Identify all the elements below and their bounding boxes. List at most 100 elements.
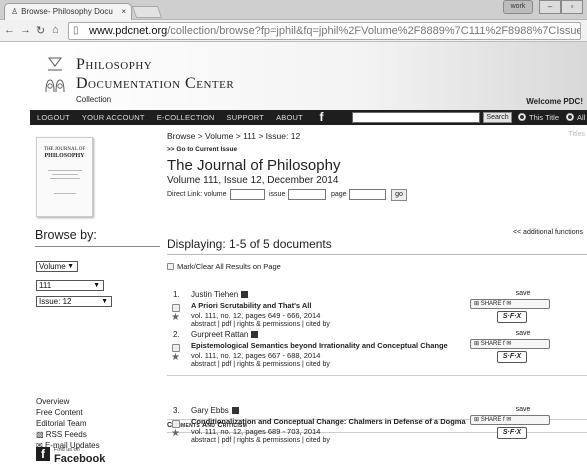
page-label: page xyxy=(331,191,347,198)
issue-input[interactable] xyxy=(288,189,326,200)
list-item: 2. ★ Gurpreet Rattan Epistemological Sem… xyxy=(167,330,587,378)
volume-input[interactable] xyxy=(230,189,265,200)
menu-e-collection[interactable]: E-COLLECTION xyxy=(157,113,215,122)
titles-label: Titles xyxy=(568,131,585,138)
share-label: SHARE xyxy=(480,417,502,423)
item-checkbox[interactable] xyxy=(172,304,180,312)
sidebar-link-overview[interactable]: Overview xyxy=(36,396,100,407)
sidebar-link-rss[interactable]: ▧ RSS Feeds xyxy=(36,429,100,440)
cover-title: THE JOURNAL OF PHILOSOPHY xyxy=(37,147,92,160)
author-info-icon xyxy=(241,291,249,298)
address-bar: ← → ↻ ⌂ ▯ www.pdcnet.org/collection/brows… xyxy=(0,20,587,42)
chevron-down-icon: ▼ xyxy=(93,282,100,289)
divider xyxy=(167,254,587,255)
item-title[interactable]: Epistemological Semantics beyond Irratio… xyxy=(191,341,448,350)
cover-divider xyxy=(49,178,80,179)
volume-select[interactable]: 111 ▼ xyxy=(36,280,104,291)
mark-all-row[interactable]: Mark/Clear All Results on Page xyxy=(167,262,281,271)
page-content: Philosophy Documentation Center Collecti… xyxy=(30,42,587,465)
sfx-button[interactable]: S·F·X xyxy=(497,427,527,439)
mark-all-checkbox[interactable] xyxy=(167,263,174,270)
site-logo-text[interactable]: Philosophy Documentation Center xyxy=(76,55,234,93)
close-tab-icon[interactable]: × xyxy=(121,7,126,16)
star-icon[interactable]: ★ xyxy=(171,429,180,439)
new-tab-button[interactable] xyxy=(131,6,163,18)
item-title[interactable]: Conditionalization and Conceptual Change… xyxy=(191,417,466,426)
sidebar-link-editorial-team[interactable]: Editorial Team xyxy=(36,418,100,429)
social-icons: f ✉ xyxy=(501,341,512,347)
save-label: save xyxy=(515,330,531,337)
page-input[interactable] xyxy=(349,189,386,200)
issue-select[interactable]: Issue: 12 ▼ xyxy=(36,296,112,307)
item-links[interactable]: abstract | pdf | rights & permissions | … xyxy=(191,361,330,368)
share-label: SHARE xyxy=(480,301,502,307)
logo-line-2: Documentation Center xyxy=(76,75,235,92)
journal-cover-image[interactable]: THE JOURNAL OF PHILOSOPHY xyxy=(36,137,93,217)
star-icon[interactable]: ★ xyxy=(171,353,180,363)
menu-support[interactable]: SUPPORT xyxy=(227,113,265,122)
save-label: save xyxy=(515,290,531,297)
goto-current-issue-link[interactable]: >> Go to Current Issue xyxy=(167,146,237,153)
search-button[interactable]: Search xyxy=(483,112,512,123)
share-button[interactable]: ⊞ SHARE f ✉ xyxy=(470,415,550,425)
cover-line-2: PHILOSOPHY xyxy=(44,153,85,159)
menu-logout[interactable]: LOGOUT xyxy=(37,113,70,122)
url-path: /collection/browse?fp=jphil&fq=jphil%2FV… xyxy=(167,25,580,37)
url-input[interactable]: ▯ www.pdcnet.org/collection/browse?fp=jph… xyxy=(68,22,581,40)
welcome-message: Welcome PDC! xyxy=(526,97,583,106)
home-icon[interactable]: ⌂ xyxy=(52,24,59,36)
journal-title: The Journal of Philosophy xyxy=(167,157,341,174)
item-meta: vol. 111, no. 12, pages 667 - 688, 2014 xyxy=(191,351,321,360)
share-button[interactable]: ⊞ SHARE f ✉ xyxy=(470,299,550,309)
share-button[interactable]: ⊞ SHARE f ✉ xyxy=(470,339,550,349)
chevron-down-icon: ▼ xyxy=(67,263,74,270)
item-author[interactable]: Justin Tiehen xyxy=(191,290,249,299)
facebook-icon: f xyxy=(36,447,50,461)
maximize-icon[interactable]: ▫ xyxy=(561,0,583,14)
mark-all-label: Mark/Clear All Results on Page xyxy=(177,262,281,271)
item-checkbox[interactable] xyxy=(172,344,180,352)
browser-tab[interactable]: ♙ Browse- Philosophy Docu × xyxy=(4,3,132,20)
forward-icon[interactable]: → xyxy=(20,24,31,36)
social-icons: f ✉ xyxy=(501,417,512,423)
logo-line-1: Philosophy xyxy=(76,56,153,73)
site-header: Philosophy Documentation Center Collecti… xyxy=(30,42,587,110)
item-author[interactable]: Gary Ebbs xyxy=(191,406,239,415)
main-menu-bar: LOGOUT YOUR ACCOUNT E-COLLECTION SUPPORT… xyxy=(30,110,587,125)
sfx-button[interactable]: S·F·X xyxy=(497,351,527,363)
item-title[interactable]: A Priori Scrutability and That's All xyxy=(191,301,311,310)
sidebar-link-free-content[interactable]: Free Content xyxy=(36,407,100,418)
profile-badge[interactable]: work xyxy=(503,0,533,14)
item-number: 2. xyxy=(173,330,180,339)
sfx-button[interactable]: S·F·X xyxy=(497,311,527,323)
item-links[interactable]: abstract | pdf | rights & permissions | … xyxy=(191,321,330,328)
facebook-badge[interactable]: f Find us on Facebook xyxy=(36,446,105,465)
radio-this-title[interactable] xyxy=(518,113,526,121)
additional-functions-link[interactable]: << additional functions xyxy=(513,229,583,236)
item-author[interactable]: Gurpreet Rattan xyxy=(191,330,259,339)
item-checkbox[interactable] xyxy=(172,420,180,428)
search-input[interactable] xyxy=(352,112,480,123)
menu-your-account[interactable]: YOUR ACCOUNT xyxy=(82,113,145,122)
radio-this-title-label: This Title xyxy=(529,113,560,122)
social-icons: f ✉ xyxy=(501,301,512,307)
pdc-logo-icon xyxy=(45,57,65,93)
issue-value: Issue: 12 xyxy=(39,297,72,306)
issue-label: issue xyxy=(269,191,286,198)
back-icon[interactable]: ← xyxy=(4,24,15,36)
browser-tab-bar: ♙ Browse- Philosophy Docu × work – ▫ xyxy=(0,0,587,20)
browse-type-select[interactable]: Volume ▼ xyxy=(36,261,78,272)
facebook-icon[interactable]: f xyxy=(315,111,328,124)
menu-about[interactable]: ABOUT xyxy=(276,113,303,122)
browse-by-heading: Browse by: xyxy=(35,228,97,242)
radio-all[interactable] xyxy=(566,113,574,121)
reload-icon[interactable]: ↻ xyxy=(36,24,45,37)
minimize-icon[interactable]: – xyxy=(539,0,561,14)
cover-divider xyxy=(53,193,76,194)
breadcrumb[interactable]: Browse > Volume > 111 > Issue: 12 xyxy=(167,131,300,141)
rss-label: RSS Feeds xyxy=(45,430,87,439)
star-icon[interactable]: ★ xyxy=(171,313,180,323)
item-links[interactable]: abstract | pdf | rights & permissions | … xyxy=(191,437,330,444)
go-button[interactable]: go xyxy=(391,189,407,201)
url-host: www.pdcnet.org xyxy=(89,25,168,37)
